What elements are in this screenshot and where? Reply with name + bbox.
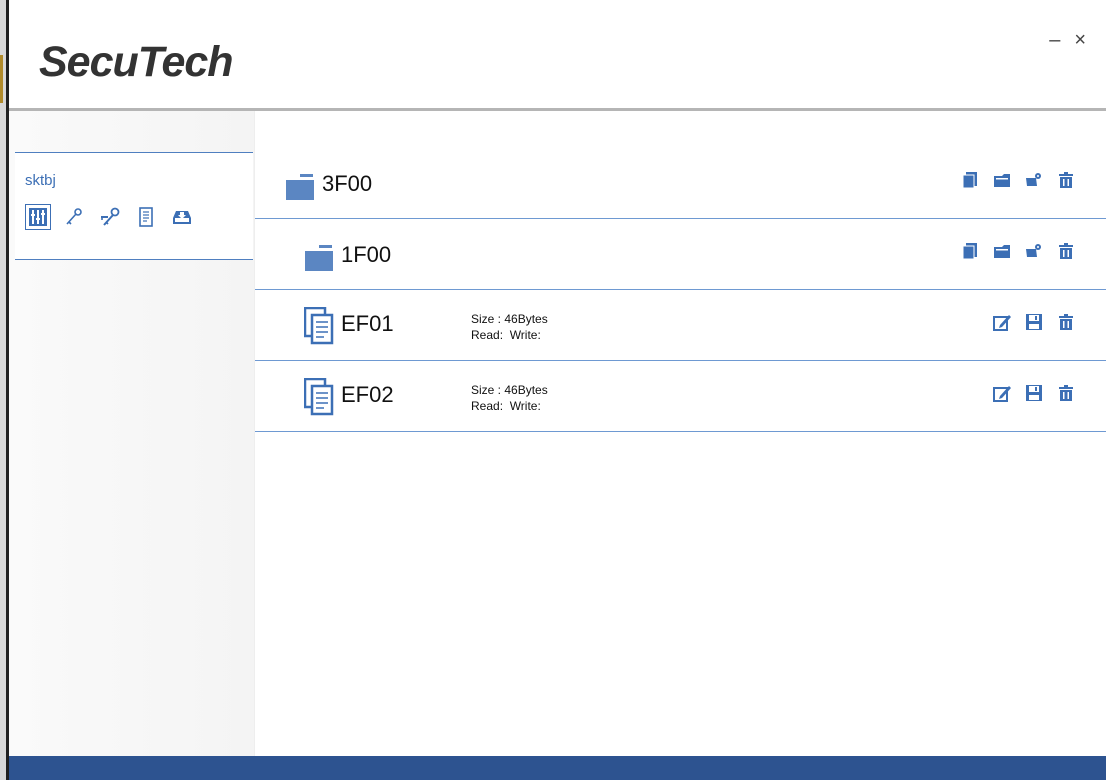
copy-icon[interactable]	[961, 242, 979, 260]
file-stack-icon	[304, 378, 334, 416]
tree-item-name: 1F00	[341, 242, 392, 267]
file-access: Read: Write:	[471, 399, 541, 413]
key-icon	[66, 208, 82, 225]
row-actions	[993, 313, 1075, 331]
trash-icon[interactable]	[1057, 242, 1075, 260]
file-tree: 3F00 1F00 EF01 Size: 46Bytes Read: Writ…	[254, 111, 1106, 756]
folder-add-icon[interactable]	[993, 171, 1011, 189]
key-settings-icon[interactable]	[1025, 242, 1043, 260]
file-meta: Size : 46Bytes Read: Write:	[471, 382, 548, 414]
folder-icon	[305, 245, 333, 271]
minimize-button[interactable]: –	[1049, 30, 1060, 50]
window-left-edge	[0, 0, 9, 780]
tree-row-ef-EF02[interactable]: EF02 Size : 46Bytes Read: Write:	[255, 362, 1106, 432]
tree-row-df-1F00[interactable]: 1F00	[255, 220, 1106, 290]
app-window: SecuTech – × sktbj 3F00 1F00 EF01 Size:…	[9, 0, 1106, 780]
dashboard-tool-button[interactable]	[25, 204, 51, 230]
window-edge-marker	[0, 55, 3, 103]
document-tool-button[interactable]	[133, 204, 159, 230]
trash-icon[interactable]	[1057, 171, 1075, 189]
save-icon[interactable]	[1025, 384, 1043, 402]
document-icon	[139, 207, 153, 227]
app-logo: SecuTech	[39, 38, 234, 86]
user-name: sktbj	[25, 172, 56, 189]
tool-row	[25, 204, 195, 230]
close-button[interactable]: ×	[1074, 30, 1086, 50]
file-meta: Size : 46Bytes Read: Write:	[471, 311, 548, 343]
tree-row-ef-EF01[interactable]: EF01 Size : 46Bytes Read: Write:	[255, 291, 1106, 361]
folder-icon	[286, 174, 314, 200]
tree-row-df-3F00[interactable]: 3F00	[255, 149, 1106, 219]
window-controls: – ×	[1049, 30, 1086, 50]
file-stack-icon	[304, 307, 334, 345]
row-actions	[961, 171, 1075, 189]
tree-item-name: 3F00	[322, 171, 373, 196]
trash-icon[interactable]	[1057, 313, 1075, 331]
save-icon[interactable]	[1025, 313, 1043, 331]
copy-icon[interactable]	[961, 171, 979, 189]
download-tool-button[interactable]	[169, 204, 195, 230]
status-bar	[9, 756, 1106, 780]
file-size: Size : 46Bytes	[471, 312, 548, 326]
sidebar: sktbj	[9, 111, 254, 756]
user-panel: sktbj	[15, 152, 253, 260]
keys-tool-button[interactable]	[97, 204, 123, 230]
folder-add-icon[interactable]	[993, 242, 1011, 260]
keys-icon	[101, 207, 120, 226]
tree-item-name: EF01	[341, 311, 394, 336]
row-actions	[993, 384, 1075, 402]
file-size: Size : 46Bytes	[471, 383, 548, 397]
download-icon	[173, 211, 191, 224]
dashboard-icon	[29, 208, 47, 226]
tree-item-name: EF02	[341, 382, 394, 407]
edit-icon[interactable]	[993, 313, 1011, 331]
row-actions	[961, 242, 1075, 260]
key-settings-icon[interactable]	[1025, 171, 1043, 189]
key-tool-button[interactable]	[61, 204, 87, 230]
header: SecuTech – ×	[9, 0, 1106, 111]
edit-icon[interactable]	[993, 384, 1011, 402]
file-access: Read: Write:	[471, 328, 541, 342]
trash-icon[interactable]	[1057, 384, 1075, 402]
